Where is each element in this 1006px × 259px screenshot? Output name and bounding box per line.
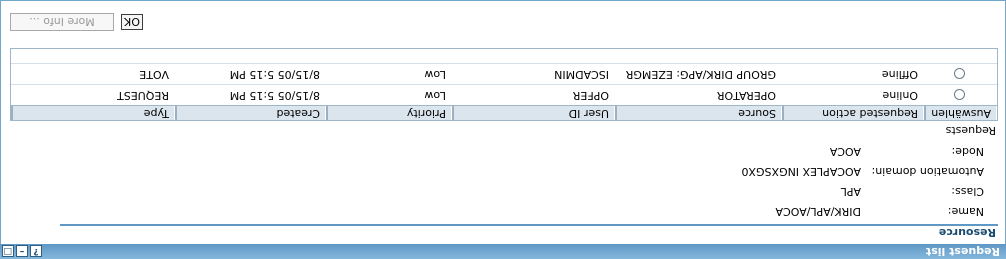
cell-source: OPERATOR	[716, 89, 776, 102]
window-frame	[0, 0, 1006, 259]
column-header-priority[interactable]: Priority	[326, 106, 452, 120]
ok-button[interactable]: OK	[121, 14, 143, 30]
requests-title: Requests	[945, 124, 996, 137]
resource-section-title: Resource	[938, 226, 996, 239]
cell-priority: Low	[424, 89, 446, 102]
window-title: Request list	[925, 245, 1000, 258]
cell-action: Online	[882, 89, 918, 102]
cell-created: 8/15/05 5:15 PM	[229, 89, 320, 102]
cell-user: ISCADMIN	[554, 68, 609, 81]
class-label: Class:	[951, 185, 984, 198]
minimize-icon[interactable]: –	[16, 245, 28, 257]
more-info-button[interactable]: More Info ...	[10, 13, 114, 31]
domain-label: Automation domain:	[871, 165, 984, 178]
cell-type: VOTE	[139, 68, 169, 81]
help-icon[interactable]: ?	[30, 245, 42, 257]
section-divider	[60, 224, 998, 226]
column-header-type[interactable]: Type	[11, 106, 175, 120]
requests-table: Auswählen Requested action Source User I…	[10, 48, 998, 121]
column-header-user[interactable]: User ID	[452, 106, 615, 120]
class-value: APL	[840, 185, 861, 198]
table-row[interactable]: Online OPERATOR OPFER Low 8/15/05 5:15 P…	[11, 84, 997, 105]
cell-user: OPFER	[572, 89, 609, 102]
select-radio[interactable]	[954, 68, 965, 79]
node-label: Node:	[951, 145, 984, 158]
name-value: DIRK/APL/AOCA	[775, 205, 861, 218]
maximize-icon[interactable]: □	[2, 245, 14, 257]
cell-type: REQUEST	[117, 89, 169, 102]
cell-source: GROUP DIRK/APG: EZEMGR	[625, 68, 776, 81]
column-header-created[interactable]: Created	[175, 106, 326, 120]
column-header-select[interactable]: Auswählen	[924, 106, 997, 120]
column-header-action[interactable]: Requested action	[782, 106, 924, 120]
table-row[interactable]: Offline GROUP DIRK/APG: EZEMGR ISCADMIN …	[11, 63, 997, 84]
select-radio[interactable]	[954, 89, 965, 100]
title-bar: Request list ? – □	[0, 244, 1006, 259]
cell-priority: Low	[424, 68, 446, 81]
cell-created: 8/15/05 5:15 PM	[229, 68, 320, 81]
column-header-source[interactable]: Source	[615, 106, 782, 120]
request-list-window: Request list ? – □ Resource Name: DIRK/A…	[0, 0, 1006, 259]
name-label: Name:	[947, 205, 984, 218]
domain-value: AOCAPLEX INGXSGX0	[741, 165, 861, 178]
node-value: AOCA	[829, 145, 861, 158]
cell-action: Offline	[881, 68, 918, 81]
table-header: Auswählen Requested action Source User I…	[11, 105, 997, 120]
